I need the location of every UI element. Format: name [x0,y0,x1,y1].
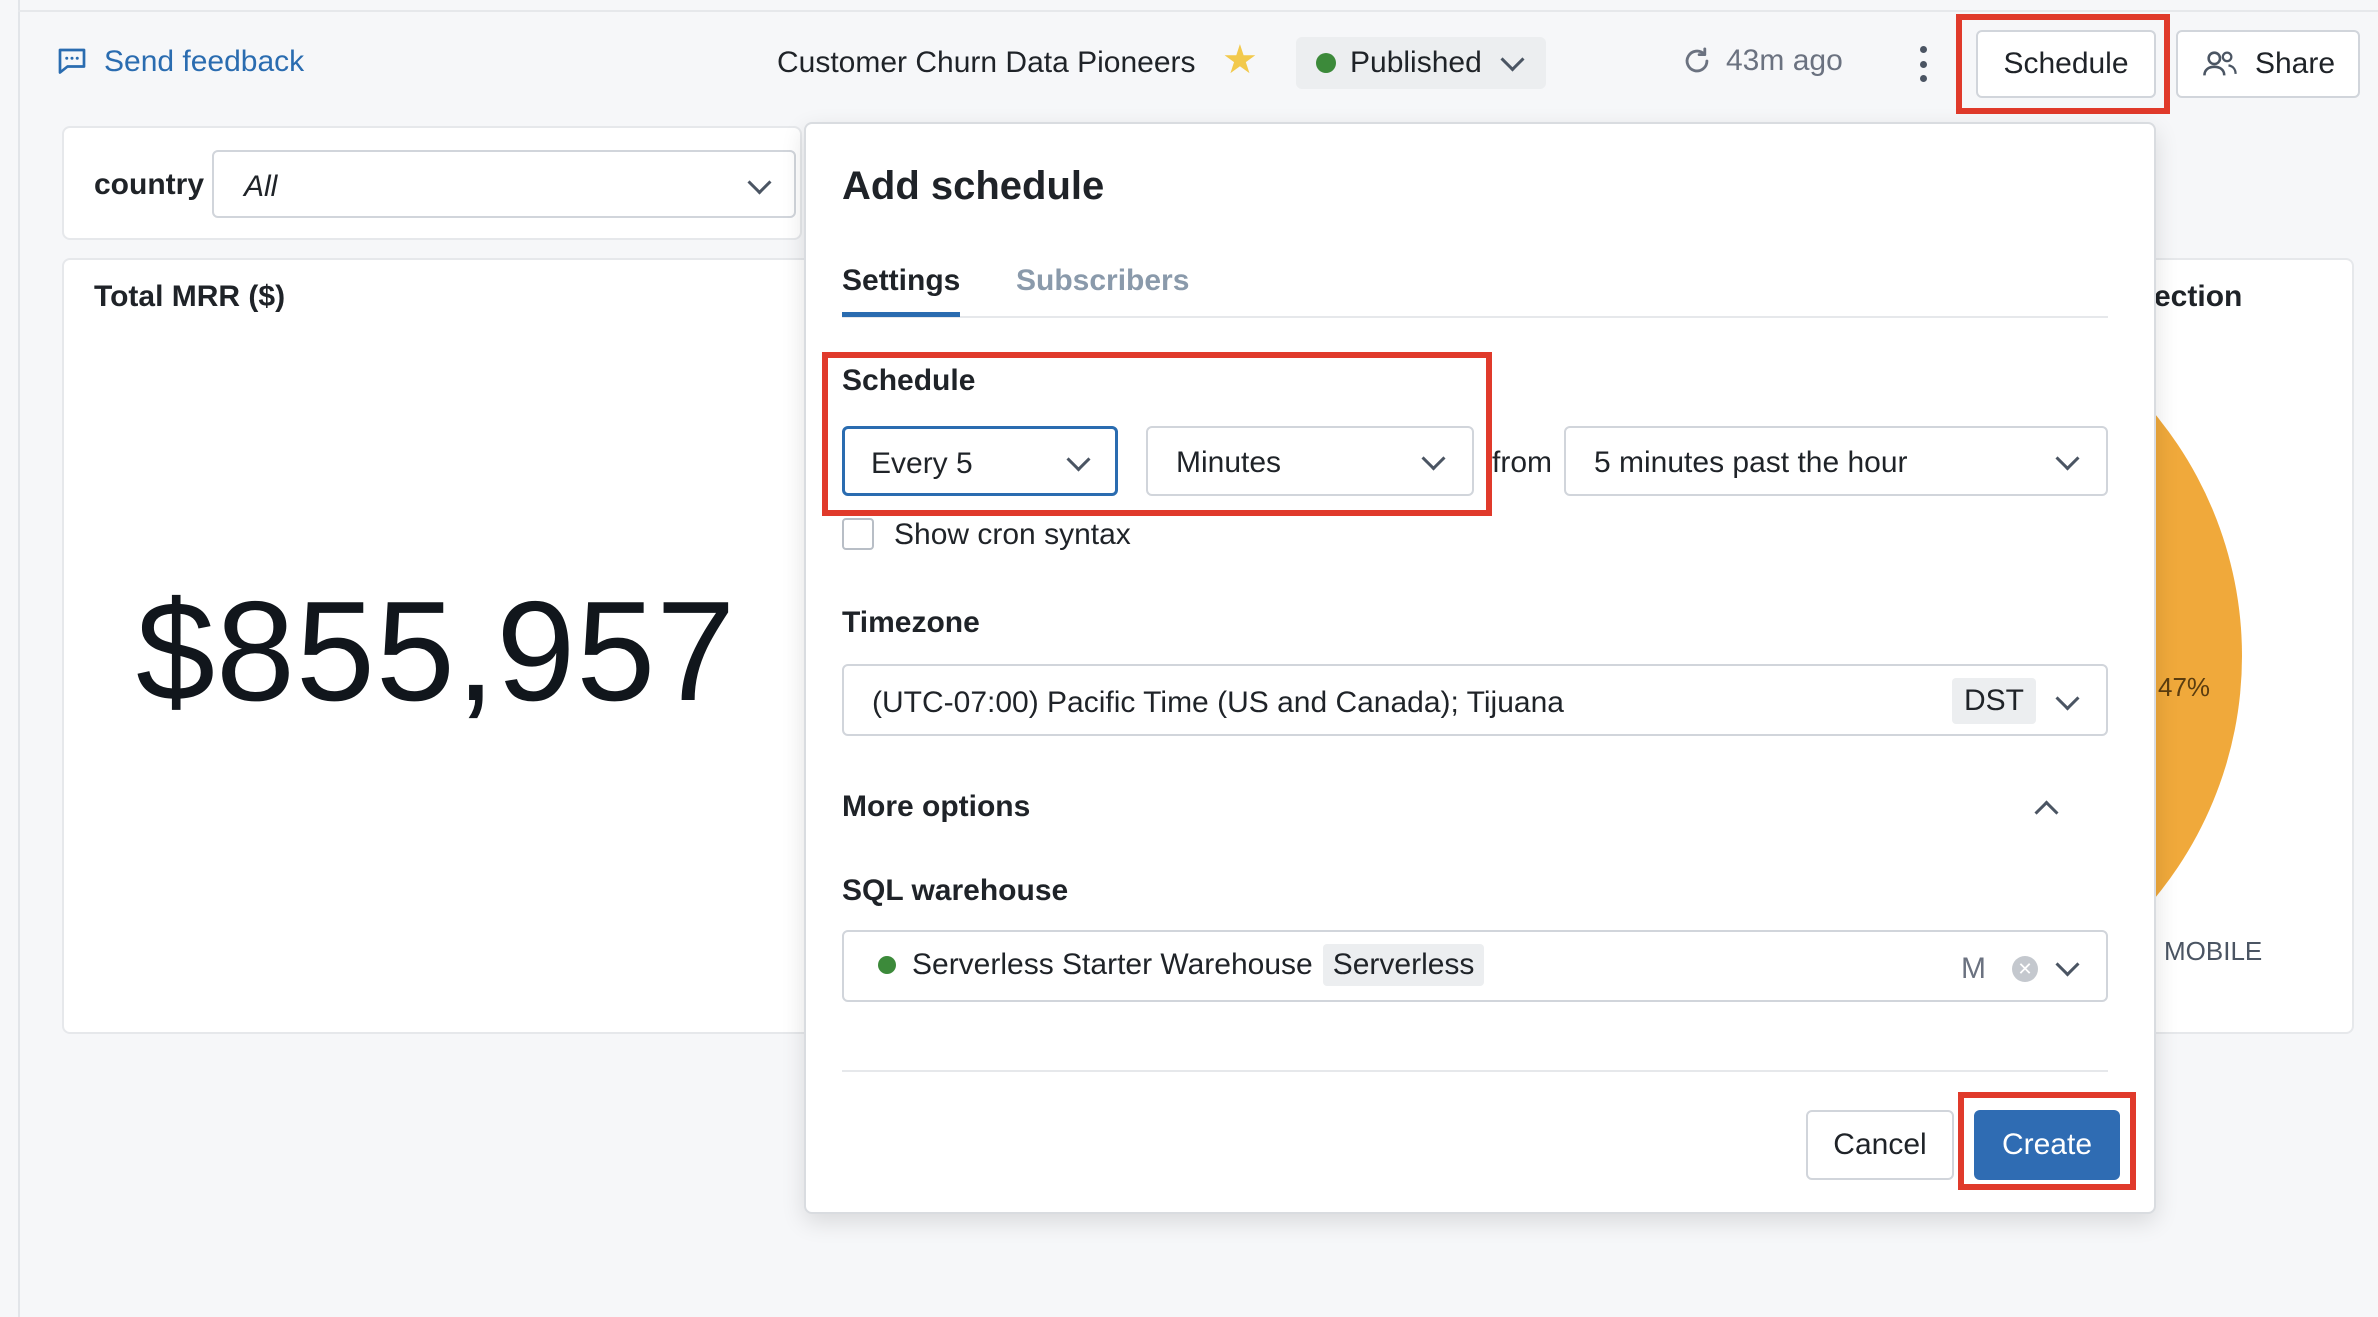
timezone-value: (UTC-07:00) Pacific Time (US and Canada)… [872,686,1564,719]
schedule-section-label: Schedule [842,364,976,397]
page-border [18,0,20,1317]
add-schedule-dialog: Add schedule Settings Subscribers Schedu… [804,122,2156,1214]
dst-badge: DST [1952,678,2036,724]
chat-icon [58,48,86,74]
cron-syntax-checkbox[interactable] [842,518,874,550]
last-refreshed-label: 43m ago [1726,44,1843,77]
send-feedback-link[interactable]: Send feedback [54,44,304,80]
refresh-button[interactable]: 43m ago [1680,44,1843,78]
share-button[interactable]: Share [2176,30,2360,98]
dialog-title: Add schedule [842,164,1105,208]
chevron-down-icon [2055,446,2080,471]
mrr-value: $855,957 [136,572,737,731]
more-actions-icon[interactable] [1910,42,1936,86]
refresh-icon [1685,47,1709,73]
schedule-button[interactable]: Schedule [1976,30,2156,98]
publish-status-label: Published [1350,46,1482,79]
publish-status-dropdown[interactable]: Published [1296,37,1546,89]
timezone-label: Timezone [842,606,980,639]
create-button[interactable]: Create [1974,1110,2120,1180]
warehouse-size: M [1961,952,1986,985]
pie-slice-label: 47% [2158,672,2211,702]
offset-select[interactable]: 5 minutes past the hour [1564,426,2108,496]
active-tab-indicator [842,312,960,317]
users-icon [2203,51,2237,76]
warehouse-type-badge: Serverless [1322,944,1485,986]
warehouse-status-icon [878,956,896,974]
unit-value: Minutes [1176,446,1282,479]
favorite-star-icon[interactable]: ★ [1222,40,1258,80]
filter-label: country [94,168,205,201]
clear-icon[interactable]: ✕ [2012,956,2038,982]
share-label: Share [2254,47,2336,80]
unit-select[interactable]: Minutes [1146,426,1474,496]
offset-value: 5 minutes past the hour [1594,446,1908,479]
tabs-divider [842,316,2108,318]
from-label: from [1492,446,1552,479]
chevron-down-icon [1421,446,1446,471]
dashboard-title: Customer Churn Data Pioneers [777,46,1196,79]
tab-settings[interactable]: Settings [842,264,960,298]
tab-subscribers[interactable]: Subscribers [1016,264,1189,298]
interval-value: Every 5 [871,447,973,480]
chevron-down-icon [2055,952,2080,977]
mrr-title: Total MRR ($) [94,280,286,313]
country-filter-select[interactable]: All [212,150,796,218]
interval-select[interactable]: Every 5 [842,426,1118,496]
chevron-down-icon [1066,447,1091,472]
warehouse-name: Serverless Starter Warehouse [912,948,1313,981]
chevron-down-icon [2055,686,2080,711]
chevron-down-icon [747,170,772,195]
header-divider [18,10,2378,12]
chevron-up-icon[interactable] [2034,800,2059,825]
filter-value: All [244,170,278,203]
status-dot-icon [1316,53,1336,73]
send-feedback-label: Send feedback [104,45,305,78]
warehouse-select[interactable]: Serverless Starter Warehouse Serverless … [842,930,2108,1002]
pie-legend-item: MOBILE [2164,936,2263,966]
chevron-down-icon [1500,46,1525,72]
warehouse-value: Serverless Starter Warehouse Serverless [878,944,1485,986]
cron-syntax-label: Show cron syntax [894,518,1131,551]
timezone-select[interactable]: (UTC-07:00) Pacific Time (US and Canada)… [842,664,2108,736]
filter-card: country All [62,126,802,240]
sql-warehouse-label: SQL warehouse [842,874,1069,907]
footer-divider [842,1070,2108,1072]
more-options-toggle[interactable]: More options [842,790,1030,824]
cancel-button[interactable]: Cancel [1806,1110,1954,1180]
